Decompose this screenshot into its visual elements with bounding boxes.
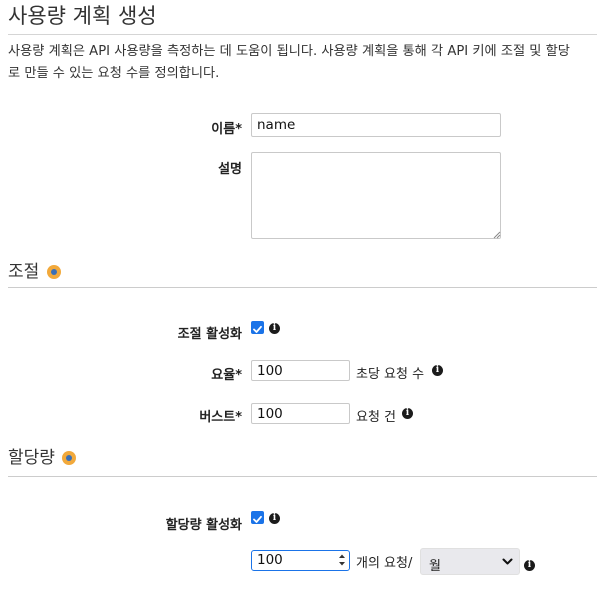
enable-quota-label: 할당량 활성화 bbox=[165, 518, 242, 533]
quota-section-label: 할당량 bbox=[8, 448, 55, 468]
enable-throttling-label: 조절 활성화 bbox=[177, 327, 242, 342]
description-field-wrap bbox=[251, 152, 501, 239]
resize-handle-icon[interactable] bbox=[493, 231, 501, 239]
throttling-section-label: 조절 bbox=[8, 262, 40, 282]
quota-requests-field bbox=[251, 549, 350, 571]
rate-input[interactable] bbox=[251, 360, 350, 381]
info-icon[interactable]: i bbox=[432, 365, 443, 376]
spinner-arrows-icon[interactable] bbox=[336, 551, 348, 569]
quota-period-select[interactable]: 월 bbox=[420, 548, 520, 575]
help-dot-icon[interactable] bbox=[46, 265, 61, 279]
info-icon[interactable]: i bbox=[269, 513, 280, 524]
rate-unit: 초당 요청 수 bbox=[356, 367, 425, 382]
description-textarea[interactable] bbox=[251, 152, 501, 239]
help-dot-icon[interactable] bbox=[62, 451, 77, 465]
page-title: 사용량 계획 생성 bbox=[8, 4, 157, 28]
enable-throttling-checkbox[interactable] bbox=[251, 321, 264, 334]
quota-divider bbox=[8, 476, 597, 477]
checkmark-icon bbox=[253, 515, 262, 523]
description-label: 설명 bbox=[218, 162, 242, 177]
quota-period-value: 월 bbox=[429, 559, 441, 574]
quota-requests-unit: 개의 요청/ bbox=[356, 556, 413, 571]
throttling-divider bbox=[8, 287, 597, 288]
info-icon[interactable]: i bbox=[402, 408, 413, 419]
page-description: 사용량 계획은 API 사용량을 측정하는 데 도움이 됩니다. 사용량 계획을… bbox=[8, 41, 597, 85]
info-icon[interactable]: i bbox=[269, 323, 280, 334]
quota-section-title: 할당량 bbox=[8, 443, 77, 468]
chevron-down-icon bbox=[502, 558, 513, 565]
info-icon[interactable]: i bbox=[524, 560, 535, 571]
burst-unit: 요청 건 bbox=[356, 410, 397, 425]
rate-label: 요율* bbox=[211, 368, 242, 383]
title-divider bbox=[8, 34, 597, 35]
burst-input[interactable] bbox=[251, 403, 350, 424]
description-line-1: 사용량 계획은 API 사용량을 측정하는 데 도움이 됩니다. 사용량 계획을… bbox=[8, 44, 570, 59]
burst-label: 버스트* bbox=[199, 410, 242, 425]
name-label: 이름* bbox=[211, 122, 242, 137]
description-line-2: 로 만들 수 있는 요청 수를 정의합니다. bbox=[8, 66, 220, 81]
checkmark-icon bbox=[253, 325, 262, 333]
name-input[interactable] bbox=[251, 113, 501, 137]
throttling-section-title: 조절 bbox=[8, 257, 61, 282]
enable-quota-checkbox[interactable] bbox=[251, 511, 264, 524]
